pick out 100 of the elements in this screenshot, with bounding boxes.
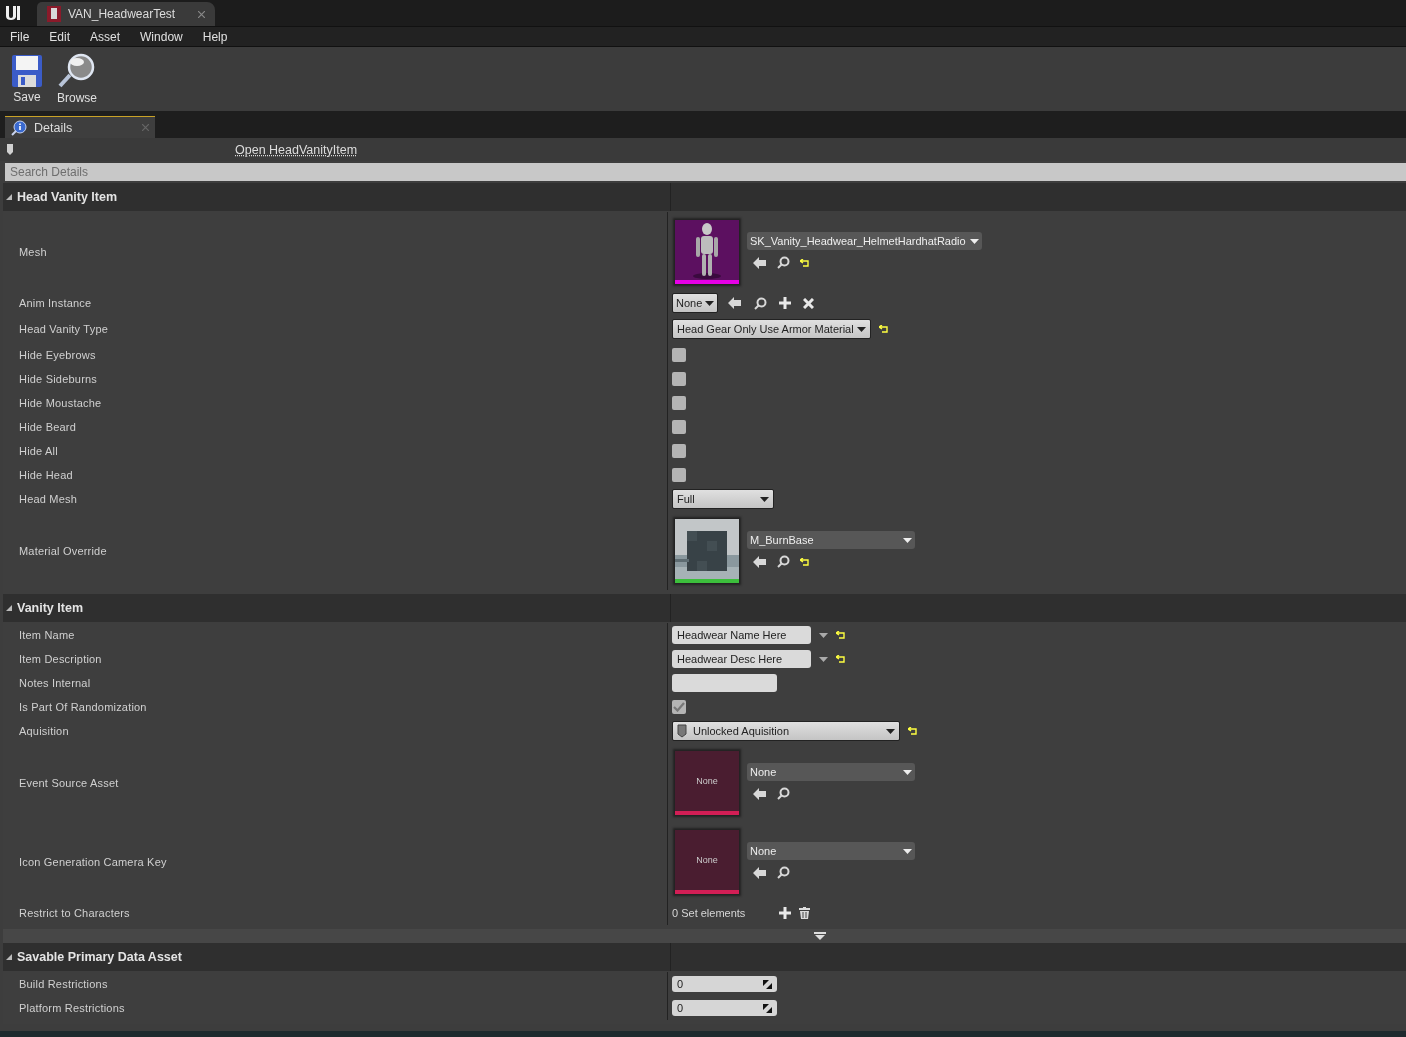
- dropdown-arrow-icon[interactable]: [819, 632, 828, 638]
- property-label: Is Part Of Randomization: [19, 701, 147, 713]
- dropdown-arrow-icon: [856, 326, 866, 332]
- info-magnifier-icon: [11, 119, 27, 136]
- text-field[interactable]: Headwear Name Here: [672, 626, 811, 644]
- asset-icon: [677, 724, 687, 738]
- expand-arrow-icon[interactable]: [6, 954, 12, 960]
- reset-arrow-icon[interactable]: [800, 557, 809, 566]
- property-label: Build Restrictions: [19, 978, 108, 990]
- dropdown-arrow-icon: [886, 728, 895, 734]
- plus-icon[interactable]: [779, 907, 792, 919]
- checkbox[interactable]: [672, 444, 686, 458]
- left-arrow-icon[interactable]: [728, 297, 743, 309]
- property-label: Material Override: [19, 544, 107, 557]
- expand-arrow-icon[interactable]: [6, 605, 12, 611]
- property-label: Platform Restrictions: [19, 1002, 125, 1014]
- menu-item[interactable]: File: [2, 29, 38, 44]
- section-title: Savable Primary Data Asset: [17, 950, 182, 964]
- checkbox[interactable]: [672, 396, 686, 410]
- dropdown-arrow-icon[interactable]: [819, 656, 828, 662]
- reset-arrow-icon[interactable]: [836, 631, 845, 639]
- search-icon[interactable]: [777, 256, 790, 269]
- checkbox[interactable]: [672, 420, 686, 434]
- section-title: Vanity Item: [17, 601, 83, 615]
- number-field[interactable]: 0: [672, 976, 777, 992]
- asset-dropdown[interactable]: M_BurnBase: [747, 531, 915, 549]
- property-label: Hide Eyebrows: [19, 349, 96, 361]
- resize-icon: [763, 979, 772, 989]
- tab-title: VAN_HeadwearTest: [68, 7, 176, 21]
- asset-dropdown[interactable]: SK_Vanity_Headwear_HelmetHardhatRadio: [747, 232, 982, 250]
- property-label: Hide Moustache: [19, 397, 102, 409]
- collapse-arrow-icon[interactable]: [813, 932, 826, 940]
- thumbnail-label: None: [696, 775, 718, 786]
- mesh-thumbnail[interactable]: [675, 219, 739, 284]
- dropdown-arrow-icon: [760, 496, 769, 502]
- property-label: Hide Beard: [19, 421, 77, 433]
- property-label: Hide Head: [19, 469, 73, 481]
- set-count: 0 Set elements: [672, 907, 746, 919]
- property-label: Notes Internal: [19, 677, 91, 689]
- section-title: Head Vanity Item: [17, 190, 118, 204]
- property-label: Mesh: [19, 245, 47, 258]
- browse-button[interactable]: Browse: [54, 51, 100, 107]
- checkbox[interactable]: [672, 700, 686, 714]
- text-field[interactable]: Headwear Desc Here: [672, 650, 811, 668]
- property-label: Event Source Asset: [19, 776, 119, 789]
- menu-item[interactable]: Window: [132, 29, 191, 44]
- number-field[interactable]: 0: [672, 1000, 777, 1016]
- search-icon[interactable]: [777, 787, 790, 800]
- details-tab[interactable]: Details: [5, 116, 155, 138]
- enum-dropdown[interactable]: Head Gear Only Use Armor Material: [672, 319, 871, 339]
- property-label: Restrict to Characters: [19, 907, 130, 919]
- left-arrow-icon[interactable]: [753, 256, 767, 269]
- property-label: Item Name: [19, 629, 75, 641]
- asset-dropdown[interactable]: Unlocked Aquisition: [672, 721, 900, 741]
- checkbox[interactable]: [672, 372, 686, 386]
- reset-arrow-icon[interactable]: [836, 655, 845, 663]
- reset-arrow-icon[interactable]: [878, 325, 888, 333]
- property-label: Hide All: [19, 445, 58, 457]
- search-icon[interactable]: [777, 555, 790, 568]
- search-icon[interactable]: [754, 296, 768, 310]
- expand-arrow-icon[interactable]: [6, 194, 12, 200]
- dropdown-arrow-icon: [969, 238, 979, 244]
- asset-dropdown[interactable]: None: [747, 842, 915, 860]
- open-asset-link[interactable]: Open HeadVanityItem: [235, 142, 358, 157]
- text-field[interactable]: [672, 674, 777, 692]
- property-label: Item Description: [19, 653, 102, 665]
- asset-icon: [47, 6, 61, 22]
- save-button[interactable]: Save: [8, 52, 46, 106]
- property-label: Anim Instance: [19, 297, 92, 309]
- asset-dropdown[interactable]: None: [747, 763, 915, 781]
- thumbnail-label: None: [696, 854, 718, 865]
- property-label: Head Vanity Type: [19, 323, 108, 335]
- left-arrow-icon[interactable]: [753, 787, 767, 800]
- property-label: Aquisition: [19, 725, 69, 737]
- material-thumbnail[interactable]: [675, 518, 739, 583]
- property-label: Icon Generation Camera Key: [19, 855, 167, 868]
- trash-icon[interactable]: [799, 907, 811, 919]
- class-dropdown[interactable]: None: [672, 293, 719, 313]
- search-field[interactable]: Search Details: [5, 163, 1406, 181]
- enum-dropdown[interactable]: Full: [672, 489, 774, 509]
- plus-icon[interactable]: [779, 297, 792, 309]
- resize-icon: [763, 1003, 772, 1013]
- left-arrow-icon[interactable]: [753, 555, 767, 568]
- dropdown-arrow-icon: [903, 537, 912, 543]
- property-label: Head Mesh: [19, 493, 78, 505]
- menu-item[interactable]: Asset: [82, 29, 129, 44]
- document-tab[interactable]: VAN_HeadwearTest: [37, 2, 215, 26]
- left-arrow-icon[interactable]: [753, 866, 767, 879]
- menu-item[interactable]: Edit: [41, 29, 79, 44]
- dropdown-arrow-icon: [903, 848, 912, 854]
- engine-logo-icon[interactable]: [3, 4, 23, 22]
- reset-arrow-icon[interactable]: [908, 727, 917, 735]
- reset-arrow-icon[interactable]: [800, 258, 809, 267]
- magnifier-icon: [57, 53, 97, 89]
- asset-icon: [6, 143, 14, 156]
- dropdown-arrow-icon: [903, 769, 912, 775]
- checkbox[interactable]: [672, 468, 686, 482]
- checkbox[interactable]: [672, 348, 686, 362]
- menu-item[interactable]: Help: [194, 29, 236, 44]
- search-icon[interactable]: [777, 866, 790, 879]
